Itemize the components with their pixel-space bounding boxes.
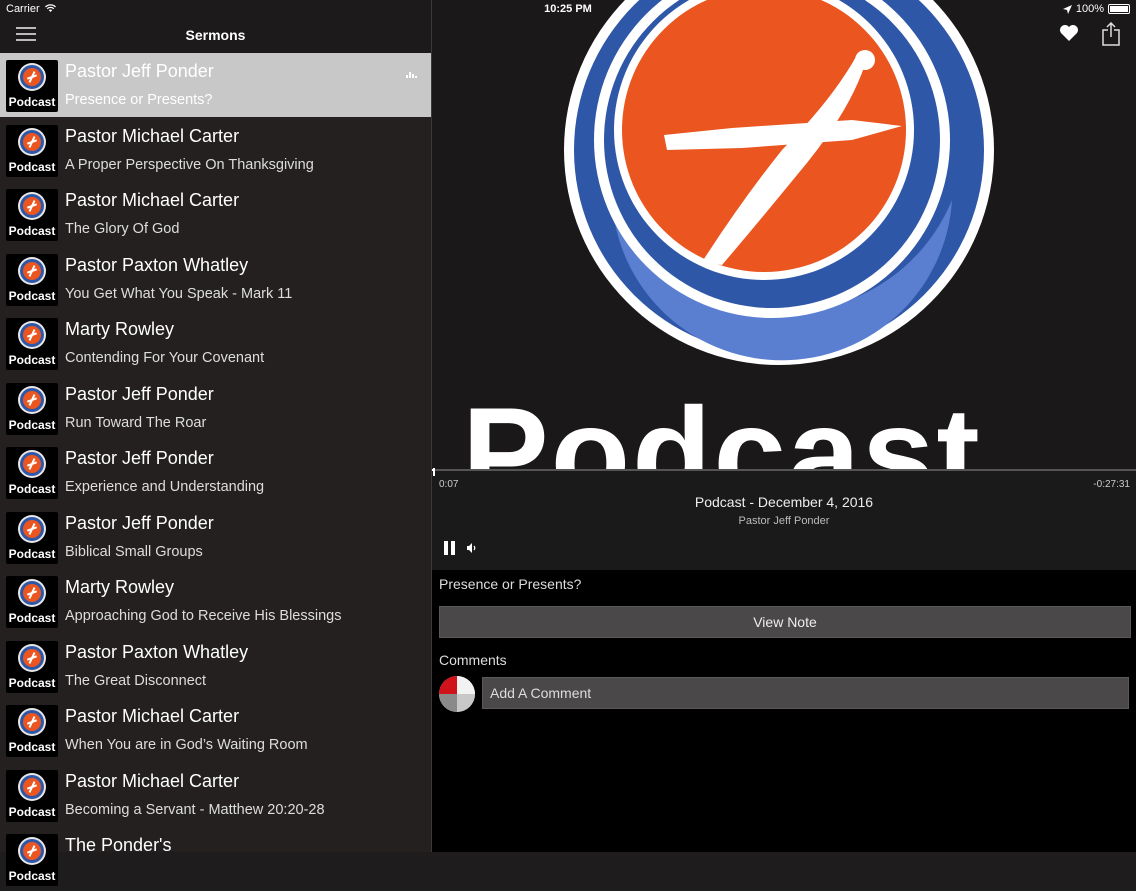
pause-icon[interactable] — [443, 541, 457, 555]
player-pane: Podcast 0:07 -0:27:31 Podcast - December… — [432, 0, 1136, 852]
podcast-thumbnail: Podcast — [6, 640, 58, 693]
podcast-thumbnail: Podcast — [6, 834, 58, 886]
podcast-thumbnail: Podcast — [6, 382, 58, 435]
speaker-name: Pastor Michael Carter — [65, 190, 240, 210]
heart-icon[interactable] — [1059, 24, 1079, 42]
list-item[interactable]: Podcast Pastor Paxton Whatley You Get What… — [0, 247, 431, 311]
sermon-title: The Great Disconnect — [65, 672, 207, 689]
track-artist: Pastor Jeff Ponder — [738, 515, 830, 527]
thumbnail-label: Podcast — [8, 804, 56, 819]
location-icon — [1062, 4, 1072, 14]
sidebar-title: Sermons — [185, 27, 246, 43]
sermon-title: Presence or Presents? — [65, 92, 213, 108]
sermon-title: Approaching God to Receive His Blessings — [65, 608, 342, 624]
thumbnail-label: Podcast — [8, 546, 56, 561]
list-item[interactable]: Podcast Pastor Michael Carter The Glory Of… — [0, 182, 431, 246]
sermon-title: The Glory Of God — [65, 221, 180, 237]
share-icon[interactable] — [1102, 22, 1120, 46]
speaker-name: The Ponder's — [65, 835, 172, 855]
speaker-name: Pastor Paxton Whatley — [65, 641, 249, 662]
speaker-name: Pastor Jeff Ponder — [65, 448, 214, 468]
list-item[interactable]: Podcast Pastor Jeff Ponder Run Toward The … — [0, 376, 431, 440]
sermon-title: When You are in God’s Waiting Room — [65, 737, 308, 753]
thumbnail-label: Podcast — [8, 95, 56, 109]
remaining-time: -0:27:31 — [1093, 479, 1130, 490]
podcast-thumbnail: Podcast — [6, 447, 58, 499]
thumbnail-label: Podcast — [8, 675, 56, 690]
sermon-title: Experience and Understanding — [65, 479, 265, 495]
speaker-name: Pastor Michael Carter — [65, 125, 240, 146]
sermon-title: Biblical Small Groups — [65, 543, 203, 560]
comments-heading: Comments — [439, 652, 507, 668]
clock: 10:25 PM — [544, 3, 592, 15]
podcast-thumbnail: Podcast — [6, 189, 58, 241]
list-item[interactable]: Podcast Pastor Michael Carter When You are… — [0, 698, 431, 762]
speaker-name: Pastor Michael Carter — [65, 706, 240, 726]
list-item[interactable]: Podcast Pastor Michael Carter Becoming a S… — [0, 763, 431, 827]
thumbnail-label: Podcast — [8, 417, 56, 432]
elapsed-time: 0:07 — [439, 479, 459, 490]
view-note-button[interactable]: View Note — [439, 606, 1131, 638]
audio-player: 0:07 -0:27:31 Podcast - December 4, 2016… — [432, 468, 1136, 570]
thumbnail-label: Podcast — [8, 740, 56, 754]
thumbnail-label: Podcast — [8, 611, 56, 625]
speaker-name: Pastor Jeff Ponder — [65, 61, 214, 81]
thumbnail-label: Podcast — [8, 224, 56, 238]
podcast-thumbnail: Podcast — [6, 60, 58, 112]
speaker-name: Marty Rowley — [65, 319, 175, 339]
podcast-thumbnail: Podcast — [6, 511, 58, 564]
list-item[interactable]: Podcast Pastor Jeff Ponder Presence or Pre… — [0, 53, 431, 117]
progress-knob[interactable] — [433, 468, 435, 476]
thumbnail-label: Podcast — [8, 159, 56, 174]
podcast-thumbnail: Podcast — [6, 705, 58, 757]
list-item[interactable]: Podcast Pastor Michael Carter A Proper Per… — [0, 118, 431, 182]
list-item[interactable]: Podcast Pastor Paxton Whatley The Great Di… — [0, 634, 431, 698]
list-item[interactable]: Podcast Pastor Jeff Ponder Biblical Small … — [0, 505, 431, 569]
list-item[interactable]: Podcast Marty Rowley Contending For Your C… — [0, 311, 431, 375]
list-item[interactable]: Podcast The Ponder's — [0, 827, 431, 891]
thumbnail-label: Podcast — [8, 869, 56, 883]
thumbnail-label: Podcast — [8, 482, 56, 496]
speaker-name: Pastor Jeff Ponder — [65, 383, 214, 404]
volume-icon[interactable] — [466, 542, 478, 554]
sermon-details: Presence or Presents? View Note Comments — [432, 570, 1136, 852]
speaker-name: Pastor Paxton Whatley — [65, 254, 249, 275]
podcast-thumbnail: Podcast — [6, 253, 58, 306]
speaker-name: Pastor Michael Carter — [65, 770, 240, 791]
album-artwork: Podcast — [432, 0, 1136, 469]
status-right: 100% — [1062, 3, 1130, 15]
thumbnail-label: Podcast — [8, 288, 56, 303]
battery-icon — [1108, 4, 1130, 14]
podcast-thumbnail: Podcast — [6, 124, 58, 177]
sermon-title: A Proper Perspective On Thanksgiving — [65, 156, 314, 173]
sermons-sidebar: Sermons Podcast Pastor Jeff Ponder Presenc… — [0, 0, 432, 886]
speaker-name: Marty Rowley — [65, 577, 175, 597]
sermon-title: You Get What You Speak - Mark 11 — [65, 285, 293, 302]
status-bar: Carrier 10:25 PM 100% — [0, 0, 1136, 18]
comment-input[interactable] — [482, 677, 1129, 709]
list-item[interactable]: Podcast Pastor Jeff Ponder Experience and … — [0, 440, 431, 504]
thumbnail-label: Podcast — [8, 353, 56, 367]
note-title: Presence or Presents? — [439, 576, 582, 592]
sermon-title: Becoming a Servant - Matthew 20:20-28 — [65, 801, 325, 818]
artwork-text: Podcast — [462, 380, 982, 469]
speaker-name: Pastor Jeff Ponder — [65, 512, 214, 533]
avatar — [439, 676, 475, 712]
progress-bar[interactable] — [432, 468, 1136, 476]
track-title: Podcast - December 4, 2016 — [694, 494, 874, 510]
sermon-title: Run Toward The Roar — [65, 414, 207, 431]
list-item[interactable]: Podcast Marty Rowley Approaching God to Re… — [0, 569, 431, 633]
equalizer-icon — [406, 70, 417, 78]
podcast-thumbnail: Podcast — [6, 769, 58, 822]
podcast-thumbnail: Podcast — [6, 318, 58, 370]
podcast-thumbnail: Podcast — [6, 576, 58, 628]
sermon-title: Contending For Your Covenant — [65, 350, 265, 366]
battery-percent: 100% — [1075, 3, 1104, 15]
